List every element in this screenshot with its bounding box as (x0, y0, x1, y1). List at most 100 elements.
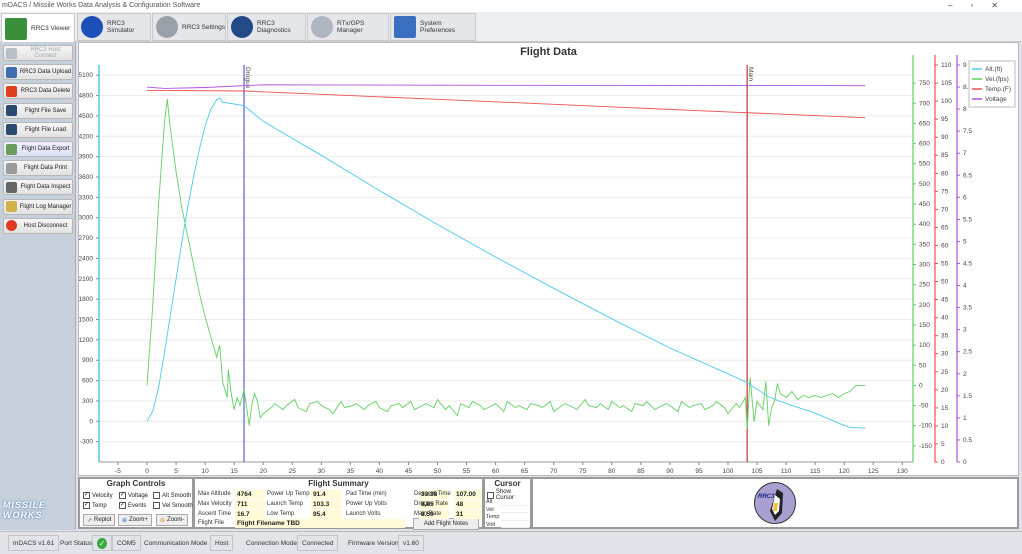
window-controls[interactable]: –▫✕ (948, 1, 1016, 10)
rrc3-data-upload-button[interactable]: RRC3 Data Upload (3, 64, 73, 81)
rrc3-host-connect-button[interactable]: RRC3 Host Connect (3, 45, 73, 61)
summary-label: Max Altitude (198, 491, 231, 497)
voltage-tick-label: 7.5 (963, 128, 972, 135)
main-toolbar: RRC3 Viewer RRC3 Simulator RRC3 Settings RR… (0, 12, 1022, 43)
velocity-tick-label: 700 (919, 100, 930, 107)
summary-label: Descent Time (414, 491, 451, 497)
summary-value: 91.4 (311, 490, 341, 499)
x-tick-label: 105 (752, 468, 763, 475)
summary-value: 31 (454, 510, 482, 519)
host-disconnect-button[interactable]: Host Disconnect (3, 217, 73, 234)
velocity-tick-label: 650 (919, 120, 930, 127)
zoom-out-icon: ⊖ (160, 517, 166, 524)
voltage-tick-label: 2.5 (963, 349, 972, 356)
legend-label: Temp.(F) (985, 86, 1011, 93)
temperature-tick-label: 35 (941, 333, 949, 340)
flight-data-chart[interactable]: Flight Data -300 0 300 600 900 1200 1500 1800 21… (78, 42, 1019, 476)
altitude-tick-label: 3600 (79, 174, 93, 181)
gear-icon (156, 16, 178, 38)
missile-works-logo: MISSILE WORKS (3, 500, 47, 520)
voltage-tick-label: 7 (963, 150, 967, 157)
temperature-tick-label: 55 (941, 261, 949, 268)
flight-file-value: Flight Filename TBD (235, 519, 405, 528)
events-checkbox[interactable]: ✓ Events (119, 502, 153, 509)
voltage-checkbox[interactable]: ✓ Voltage (119, 492, 153, 499)
x-tick-label: 35 (347, 468, 355, 475)
flight-file-load-button[interactable]: Flight File Load (3, 121, 73, 138)
altitude-series (146, 97, 866, 429)
zoom-in-button[interactable]: ⊕ Zoom+ (118, 514, 152, 526)
temperature-tick-label: 110 (941, 62, 952, 69)
altitude-tick-label: 900 (82, 357, 93, 364)
connection-mode: Connected (297, 535, 339, 551)
cursor-volt-value (501, 521, 529, 528)
altitude-tick-label: 300 (82, 398, 93, 405)
x-tick-label: 75 (579, 468, 587, 475)
tab-rrc3-diagnostics[interactable]: RRC3 Diagnostics (227, 13, 306, 41)
velocity-tick-label: 200 (919, 302, 930, 309)
summary-label: Low Temp (267, 511, 295, 517)
voltage-tick-label: 8 (963, 106, 967, 113)
temperature-tick-label: 0 (941, 459, 945, 466)
velocity-tick-label: -50 (919, 403, 929, 410)
temperature-tick-label: 50 (941, 279, 949, 286)
velocity-checkbox[interactable]: ✓ Velocity (83, 492, 119, 499)
voltage-tick-label: 6 (963, 194, 967, 201)
tab-rrc3-simulator[interactable]: RRC3 Simulator (77, 13, 151, 41)
voltage-tick-label: 9 (963, 62, 967, 69)
log-icon (6, 201, 17, 213)
temperature-tick-label: 5 (941, 441, 945, 448)
print-icon (6, 162, 17, 174)
summary-label: Power Up Temp (267, 491, 310, 497)
temperature-tick-label: 65 (941, 224, 949, 231)
voltage-tick-label: 3.5 (963, 305, 972, 312)
summary-label: Pad Time (min) (346, 491, 387, 497)
add-flight-notes-button[interactable]: Add Flight Notes (413, 518, 479, 530)
cursor-temp-value (501, 514, 529, 521)
flight-file-save-button[interactable]: Flight File Save (3, 102, 73, 119)
velocity-tick-label: 400 (919, 221, 930, 228)
temperature-tick-label: 90 (941, 134, 949, 141)
tab-system-preferences[interactable]: System Preferences (390, 13, 476, 41)
stop-icon (6, 220, 17, 232)
check-circle-icon: ✓ (97, 537, 107, 549)
waveform-icon (231, 16, 253, 38)
port-status-ok: ✓ (92, 535, 112, 551)
voltage-tick-label: 0.5 (963, 437, 972, 444)
tab-rrc3-viewer[interactable]: RRC3 Viewer (1, 13, 75, 43)
altitude-tick-label: 3300 (79, 194, 93, 201)
tab-rtx-gps-manager[interactable]: RTx/GPS Manager (307, 13, 389, 41)
summary-label: Launch Volts (346, 511, 381, 517)
velocity-tick-label: 600 (919, 141, 930, 148)
summary-label: Launch Temp (267, 501, 303, 507)
flight-data-print-button[interactable]: Flight Data Print (3, 160, 73, 177)
svg-text:RRC3: RRC3 (758, 494, 775, 500)
temperature-tick-label: 95 (941, 116, 949, 123)
flight-data-export-button[interactable]: Flight Data Export (3, 141, 73, 157)
temp-checkbox[interactable]: ✓ Temp (83, 502, 119, 509)
vel-smooth-checkbox[interactable]: Vel Smooth (153, 502, 193, 509)
voltage-tick-label: 1 (963, 415, 967, 422)
replot-button[interactable]: ↗ Replot (83, 514, 116, 526)
status-bar: mDACS v1.61 Port Status ✓ COM5 Communica… (0, 531, 1022, 554)
zoom-out-button[interactable]: ⊖ Zoom- (156, 514, 189, 526)
rrc3-data-delete-button[interactable]: RRC3 Data Delete (3, 83, 73, 100)
velocity-tick-label: 250 (919, 282, 930, 289)
alt-smooth-checkbox[interactable]: Alt Smooth (153, 492, 193, 499)
cursor-alt-label: Alt (486, 499, 493, 505)
upload-icon (6, 66, 17, 78)
temperature-tick-label: 85 (941, 152, 949, 159)
flight-log-manager-button[interactable]: Flight Log Manager (3, 198, 73, 215)
tab-rrc3-settings[interactable]: RRC3 Settings (152, 13, 226, 41)
x-tick-label: 20 (260, 468, 268, 475)
cursor-vel-value (501, 506, 529, 513)
x-tick-label: 50 (434, 468, 442, 475)
temperature-tick-label: 40 (941, 315, 949, 322)
velocity-tick-label: -100 (919, 423, 932, 430)
graph-controls-panel: Graph Controls ✓ Velocity ✓ Voltage Alt Smoo… (78, 477, 194, 529)
temperature-tick-label: 75 (941, 188, 949, 195)
chart-canvas[interactable]: -300030060090012001500180021002400270030… (79, 43, 1020, 477)
cursor-vel-label: Vel (486, 506, 494, 513)
flight-data-inspect-button[interactable]: Flight Data Inspect (3, 179, 73, 196)
voltage-tick-label: 3 (963, 327, 967, 334)
